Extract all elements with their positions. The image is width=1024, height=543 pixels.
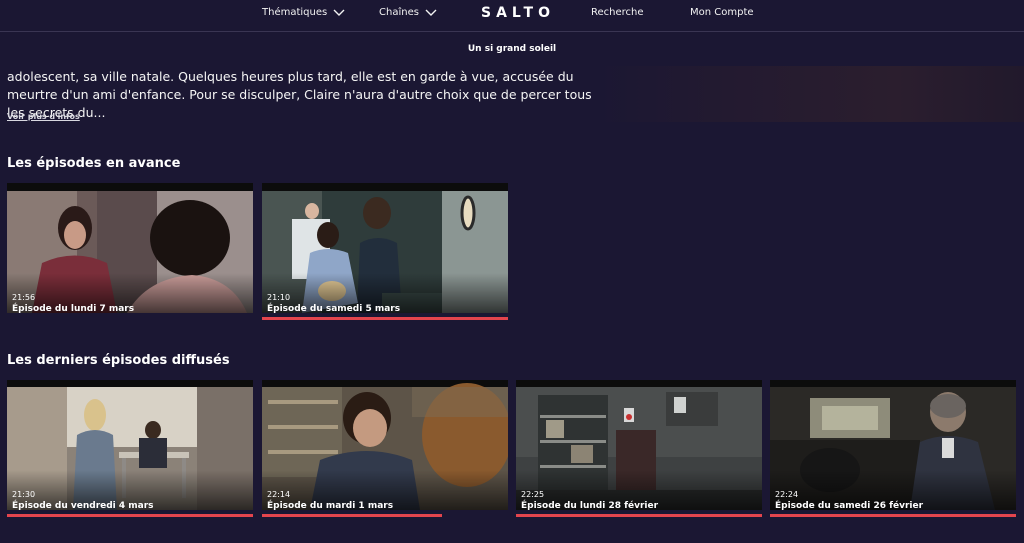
nav-account-link[interactable]: Mon Compte	[690, 7, 754, 18]
chevron-down-icon	[333, 9, 345, 16]
nav-channels-label: Chaînes	[379, 7, 419, 18]
nav-search-link[interactable]: Recherche	[591, 7, 644, 18]
episode-progress-bar	[7, 514, 253, 517]
episode-title: Épisode du lundi 7 mars	[12, 304, 135, 314]
show-title: Un si grand soleil	[467, 44, 557, 54]
episode-thumbnail	[262, 183, 508, 313]
episode-progress-bar	[262, 514, 442, 517]
hero-image-strip	[600, 66, 1024, 122]
episode-thumbnail	[770, 380, 1016, 510]
top-navigation: Thématiques Chaînes SALTO Recherche Mon …	[0, 0, 1024, 32]
episode-duration: 21:30	[12, 490, 36, 499]
nav-channels-menu[interactable]: Chaînes	[379, 7, 437, 18]
nav-themes-menu[interactable]: Thématiques	[262, 7, 345, 18]
section-title-latest: Les derniers épisodes diffusés	[7, 353, 230, 368]
episode-title: Épisode du mardi 1 mars	[267, 501, 394, 511]
episode-thumbnail	[516, 380, 762, 510]
episode-card[interactable]: 21:10 Épisode du samedi 5 mars	[262, 183, 508, 320]
episode-title: Épisode du samedi 5 mars	[267, 304, 401, 314]
show-synopsis: adolescent, sa ville natale. Quelques he…	[7, 69, 592, 120]
episode-thumbnail	[262, 380, 508, 510]
episode-card[interactable]: 21:30 Épisode du vendredi 4 mars	[7, 380, 253, 517]
nav-search-label: Recherche	[591, 7, 644, 18]
episode-duration: 22:25	[521, 490, 545, 499]
episode-thumbnail	[7, 380, 253, 510]
episode-progress-bar	[516, 514, 762, 517]
episode-duration: 21:10	[267, 293, 291, 302]
episode-card[interactable]: 22:25 Épisode du lundi 28 février	[516, 380, 762, 517]
episode-thumbnail	[7, 183, 253, 313]
episode-title: Épisode du samedi 26 février	[775, 501, 924, 511]
nav-themes-label: Thématiques	[262, 7, 328, 18]
episode-card[interactable]: 22:24 Épisode du samedi 26 février	[770, 380, 1016, 517]
section-title-upcoming: Les épisodes en avance	[7, 156, 181, 171]
episode-card[interactable]: 22:14 Épisode du mardi 1 mars	[262, 380, 508, 517]
episode-title: Épisode du lundi 28 février	[521, 501, 659, 511]
more-info-link[interactable]: Voir plus d'infos	[7, 112, 80, 121]
episode-duration: 22:14	[267, 490, 291, 499]
salto-logo[interactable]: SALTO	[481, 5, 555, 21]
episode-duration: 22:24	[775, 490, 799, 499]
nav-account-label: Mon Compte	[690, 7, 754, 18]
episode-progress-bar	[770, 514, 1016, 517]
episode-title: Épisode du vendredi 4 mars	[12, 501, 154, 511]
episode-card[interactable]: 21:56 Épisode du lundi 7 mars	[7, 183, 253, 319]
chevron-down-icon	[425, 9, 437, 16]
episode-progress-bar	[262, 317, 508, 320]
episode-duration: 21:56	[12, 293, 36, 302]
